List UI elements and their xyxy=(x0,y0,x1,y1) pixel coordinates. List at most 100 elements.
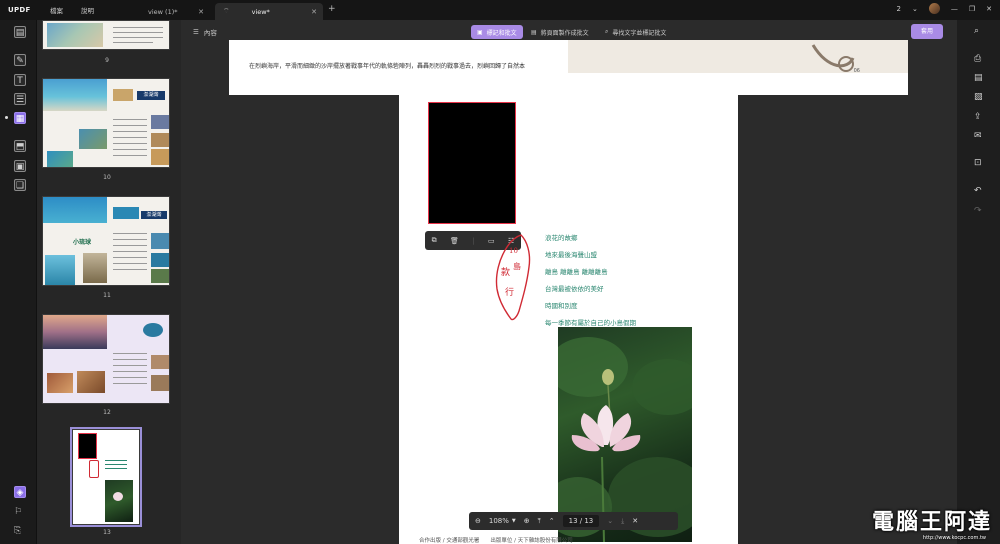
bookmark-icon[interactable]: ⚐ xyxy=(14,507,22,517)
search-icon[interactable]: ⌕ xyxy=(974,26,979,36)
form-icon[interactable]: ☰ xyxy=(14,93,26,105)
thumbnail-page-number: 10 xyxy=(103,174,111,181)
attachment-icon[interactable]: ⎘ xyxy=(14,526,21,536)
poem: 浪花的故鄉 地來最後海聲山盟 離島 離離島 離離離島 台灣最被依依的美好 時國和… xyxy=(545,232,636,334)
mode-find-text[interactable]: ⌕ 尋找文字並標記批文 xyxy=(599,25,672,39)
layers-icon[interactable]: ◈ xyxy=(14,486,26,498)
delete-icon[interactable]: 🗑 xyxy=(450,237,459,245)
svg-text:島: 島 xyxy=(513,261,521,271)
poem-line: 每一季節有屬於自己的小島假期 xyxy=(545,319,636,327)
reader-icon[interactable]: ▤ xyxy=(14,26,26,38)
protect-icon[interactable]: ▧ xyxy=(974,92,983,102)
watermark-url: http://www.kocpc.com.tw xyxy=(922,535,986,541)
email-icon[interactable]: ✉ xyxy=(974,131,982,141)
mode-page-to-comment[interactable]: ▤ 將頁面製作成批文 xyxy=(525,25,595,39)
svg-text:行: 行 xyxy=(505,286,514,298)
book-icon: ⌔ xyxy=(223,7,230,15)
edit-pdf-icon[interactable]: T xyxy=(14,74,26,86)
page-footer: 合作出版 / 交通部觀光署 出版單位 / 天下雜誌股份有限公司 xyxy=(419,538,573,544)
svg-text:款: 款 xyxy=(501,266,510,278)
close-icon[interactable]: ✕ xyxy=(311,8,317,16)
tab-label: view (1)* xyxy=(148,7,178,16)
undo-icon[interactable]: ↶ xyxy=(974,186,982,196)
app-logo: UPDF xyxy=(8,6,31,14)
window-controls: 2 ⌄ — ❐ ✕ xyxy=(897,3,992,14)
document-area: ☰ 內容 ▣ 標記和批文 ▤ 將頁面製作成批文 ⌕ 尋找文字並標記批文 套用 在… xyxy=(181,20,957,544)
last-page-icon[interactable]: ⤓ xyxy=(621,517,624,526)
organize-icon[interactable]: ▦ xyxy=(14,112,26,124)
page-count-badge[interactable]: 2 xyxy=(897,5,901,13)
right-tool-rail: ⌕ ⎙ ▤ ▧ ⇪ ✉ ⊡ ↶ ↷ xyxy=(957,20,1000,544)
poem-line: 時國和別度 xyxy=(545,302,578,310)
new-tab-button[interactable]: + xyxy=(328,4,336,14)
chevron-down-icon[interactable]: ▼ xyxy=(512,518,516,524)
page-indicator[interactable]: 13 / 13 xyxy=(562,515,600,527)
thumbnail-page-number: 11 xyxy=(103,292,111,299)
compress-icon[interactable]: ❏ xyxy=(14,179,26,191)
find-icon: ⌕ xyxy=(605,28,609,35)
print-icon[interactable]: ⎙ xyxy=(974,54,981,64)
thumbnail-page-10[interactable]: 澎湖灣 xyxy=(42,78,170,168)
next-page-icon[interactable]: ⌄ xyxy=(607,517,613,525)
watermark: 電腦王阿達 xyxy=(871,510,992,535)
thumbnail-page-number: 13 xyxy=(103,529,111,536)
taiwan-stamp: 款 島 10 行 xyxy=(495,234,531,321)
app-window: UPDF 檔案 說明 view (1)* ✕ ⌔ view* ✕ + 2 ⌄ —… xyxy=(0,0,1000,544)
poem-line: 台灣最被依依的美好 xyxy=(545,285,604,293)
thumbnail-page-9[interactable] xyxy=(42,20,170,50)
svg-text:10: 10 xyxy=(509,247,518,255)
minimize-icon[interactable]: — xyxy=(951,5,958,13)
comment-icon[interactable]: ✎ xyxy=(14,54,26,66)
redo-icon[interactable]: ↷ xyxy=(974,206,982,216)
content-button[interactable]: ☰ 內容 xyxy=(193,27,217,37)
tab-view-1[interactable]: view (1)* ✕ xyxy=(140,3,210,20)
chevron-down-icon[interactable]: ⌄ xyxy=(912,5,918,13)
current-page: ⧉ 🗑 | ▭ ☷ 款 島 10 行 浪花的故鄉 地來最後海聲山盟 離島 離離島… xyxy=(399,86,738,544)
poem-line: 離島 離離島 離離離島 xyxy=(545,268,608,276)
list-icon: ☰ xyxy=(193,28,199,36)
share-icon[interactable]: ⇪ xyxy=(974,112,982,122)
pdfa-icon[interactable]: ▤ xyxy=(974,73,983,83)
window-close-icon[interactable]: ✕ xyxy=(986,5,992,13)
thumbnail-panel: 9 澎湖灣 10 澎湖灣 小琉球 11 12 13 xyxy=(36,20,181,544)
markup-icon: ▣ xyxy=(477,28,483,36)
lotus-photo xyxy=(558,327,692,542)
apply-button[interactable]: 套用 xyxy=(911,24,943,39)
menu-file[interactable]: 檔案 xyxy=(50,5,63,15)
close-icon[interactable]: ✕ xyxy=(632,517,638,525)
menu-help[interactable]: 說明 xyxy=(81,5,94,15)
tab-view[interactable]: ⌔ view* ✕ xyxy=(215,3,323,20)
active-indicator xyxy=(5,116,8,119)
restore-icon[interactable]: ❐ xyxy=(969,5,975,13)
poem-line: 浪花的故鄉 xyxy=(545,234,578,242)
ocr-icon[interactable]: ▣ xyxy=(14,160,26,172)
poem-line: 地來最後海聲山盟 xyxy=(545,251,597,259)
first-page-icon[interactable]: ⤒ xyxy=(538,517,541,526)
selected-image[interactable] xyxy=(428,102,516,224)
thumbnail-tag: 小琉球 xyxy=(73,239,92,246)
thumbnail-page-13[interactable] xyxy=(70,427,142,527)
zoom-in-icon[interactable]: ⊕ xyxy=(524,517,530,525)
thumbnail-page-12[interactable] xyxy=(42,314,170,404)
title-bar: UPDF 檔案 說明 view (1)* ✕ ⌔ view* ✕ + 2 ⌄ —… xyxy=(0,0,1000,20)
page-number: 06 xyxy=(853,68,860,74)
page-text: 在烈嶼海岸，平滑而細緻的沙岸擺放著戰事年代的軌條砦陣列，轟轟烈烈的戰事過去，烈嶼… xyxy=(249,63,526,70)
mode-markup[interactable]: ▣ 標記和批文 xyxy=(471,25,523,39)
thumbnail-badge: 澎湖灣 xyxy=(137,91,165,100)
tab-label: view* xyxy=(251,7,270,16)
avatar[interactable] xyxy=(928,3,940,14)
prev-page-icon[interactable]: ⌃ xyxy=(549,517,555,525)
save-icon[interactable]: ⊡ xyxy=(974,158,982,168)
thumbnail-page-number: 9 xyxy=(105,57,109,64)
zoom-level[interactable]: 108% xyxy=(489,517,509,525)
page-icon: ▤ xyxy=(531,28,537,36)
left-tool-rail: ▤ ✎ T ☰ ▦ ⬒ ▣ ❏ ◈ ⚐ ⎘ xyxy=(0,20,36,544)
zoom-out-icon[interactable]: ⊖ xyxy=(475,517,481,525)
thumbnail-badge: 澎湖灣 xyxy=(141,211,167,219)
convert-icon[interactable]: ⬒ xyxy=(14,140,26,152)
thumbnail-page-11[interactable]: 澎湖灣 小琉球 xyxy=(42,196,170,286)
close-icon[interactable]: ✕ xyxy=(198,8,204,16)
thumbnail-page-number: 12 xyxy=(103,409,111,416)
replace-image-icon[interactable]: ⧉ xyxy=(432,236,437,245)
zoom-bar: ⊖ 108% ▼ ⊕ ⤒ ⌃ 13 / 13 ⌄ ⤓ ✕ xyxy=(469,512,678,530)
